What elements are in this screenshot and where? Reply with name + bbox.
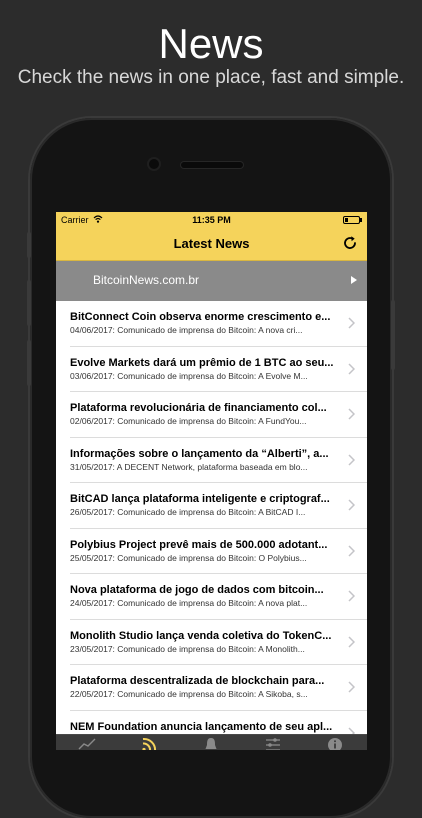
chevron-right-icon xyxy=(348,453,355,466)
phone-volume-down-button xyxy=(27,340,31,386)
news-item[interactable]: Plataforma revolucionária de financiamen… xyxy=(56,392,367,438)
news-headline: BitCAD lança plataforma inteligente e cr… xyxy=(70,493,330,505)
earpiece-speaker xyxy=(181,162,243,168)
news-item[interactable]: Monolith Studio lança venda coletiva do … xyxy=(56,619,367,665)
promo-title: News xyxy=(158,20,264,67)
news-summary: 26/05/2017: Comunicado de imprensa do Bi… xyxy=(70,507,306,517)
phone-power-button xyxy=(391,300,395,370)
news-item[interactable]: Evolve Markets dará um prêmio de 1 BTC a… xyxy=(56,346,367,392)
chevron-right-icon xyxy=(348,408,355,420)
phone-side-button xyxy=(27,232,31,258)
bell-icon[interactable] xyxy=(202,737,220,750)
news-item[interactable]: Polybius Project prevê mais de 500.000 a… xyxy=(56,528,367,574)
news-summary: 23/05/2017: Comunicado de imprensa do Bi… xyxy=(70,643,305,654)
nav-bar: Latest News xyxy=(56,228,367,261)
refresh-icon[interactable] xyxy=(342,235,358,251)
news-headline: Polybius Project prevê mais de 500.000 a… xyxy=(70,538,328,551)
info-icon[interactable] xyxy=(326,737,344,750)
news-summary: 22/05/2017: Comunicado de imprensa do Bi… xyxy=(70,689,308,699)
chevron-right-icon xyxy=(348,681,355,693)
phone-volume-up-button xyxy=(27,280,31,326)
news-headline: Nova plataforma de jogo de dados com bit… xyxy=(70,584,324,596)
news-summary: 03/06/2017: Comunicado de imprensa do Bi… xyxy=(70,370,308,381)
news-item[interactable]: BitConnect Coin observa enorme crescimen… xyxy=(56,301,367,347)
front-camera xyxy=(149,159,159,169)
news-headline: NEM Foundation anuncia lançamento de seu… xyxy=(70,720,333,733)
news-headline: Monolith Studio lança venda coletiva do … xyxy=(70,629,332,642)
news-summary: 24/05/2017: Comunicado de imprensa do Bi… xyxy=(70,598,308,608)
news-headline: Informações sobre o lançamento da “Alber… xyxy=(70,447,329,460)
sliders-icon[interactable] xyxy=(264,737,282,750)
news-list: BitConnect Coin observa enorme crescimen… xyxy=(56,301,367,750)
tab-bar xyxy=(56,734,367,750)
app-screen: Carrier 11:35 PM Latest News BitcoinNews… xyxy=(56,212,367,750)
play-arrow-icon xyxy=(351,276,357,284)
chart-icon[interactable] xyxy=(78,737,96,750)
news-headline: Plataforma revolucionária de financiamen… xyxy=(70,402,327,414)
news-item[interactable]: BitCAD lança plataforma inteligente e cr… xyxy=(56,483,367,529)
news-headline: BitConnect Coin observa enorme crescimen… xyxy=(70,311,331,323)
news-summary: 02/06/2017: Comunicado de imprensa do Bi… xyxy=(70,416,307,426)
promo-subtitle: Check the news in one place, fast and si… xyxy=(17,67,405,88)
news-headline: Plataforma descentralizada de blockchain… xyxy=(70,675,325,687)
news-summary: 25/05/2017: Comunicado de imprensa do Bi… xyxy=(70,552,307,563)
chevron-right-icon xyxy=(348,635,355,648)
status-bar: Carrier 11:35 PM xyxy=(56,212,367,228)
chevron-right-icon xyxy=(348,499,355,511)
rss-feed-icon[interactable] xyxy=(140,737,158,750)
news-item[interactable]: Nova plataforma de jogo de dados com bit… xyxy=(56,574,367,620)
news-summary: 31/05/2017: A DECENT Network, plataforma… xyxy=(70,461,308,472)
battery-icon xyxy=(343,216,362,224)
news-source-name: BitcoinNews.com.br xyxy=(93,273,200,287)
status-time: 11:35 PM xyxy=(192,215,231,225)
news-item[interactable]: Plataforma descentralizada de blockchain… xyxy=(56,665,367,711)
chevron-right-icon xyxy=(348,317,355,329)
news-source-header[interactable]: BitcoinNews.com.br xyxy=(56,261,367,301)
chevron-right-icon xyxy=(348,590,355,602)
chevron-right-icon xyxy=(348,544,355,557)
news-item[interactable]: Informações sobre o lançamento da “Alber… xyxy=(56,437,367,483)
news-headline: Evolve Markets dará um prêmio de 1 BTC a… xyxy=(70,356,334,369)
chevron-right-icon xyxy=(348,362,355,375)
news-summary: 04/06/2017: Comunicado de imprensa do Bi… xyxy=(70,325,303,335)
page-title: Latest News xyxy=(173,236,250,251)
